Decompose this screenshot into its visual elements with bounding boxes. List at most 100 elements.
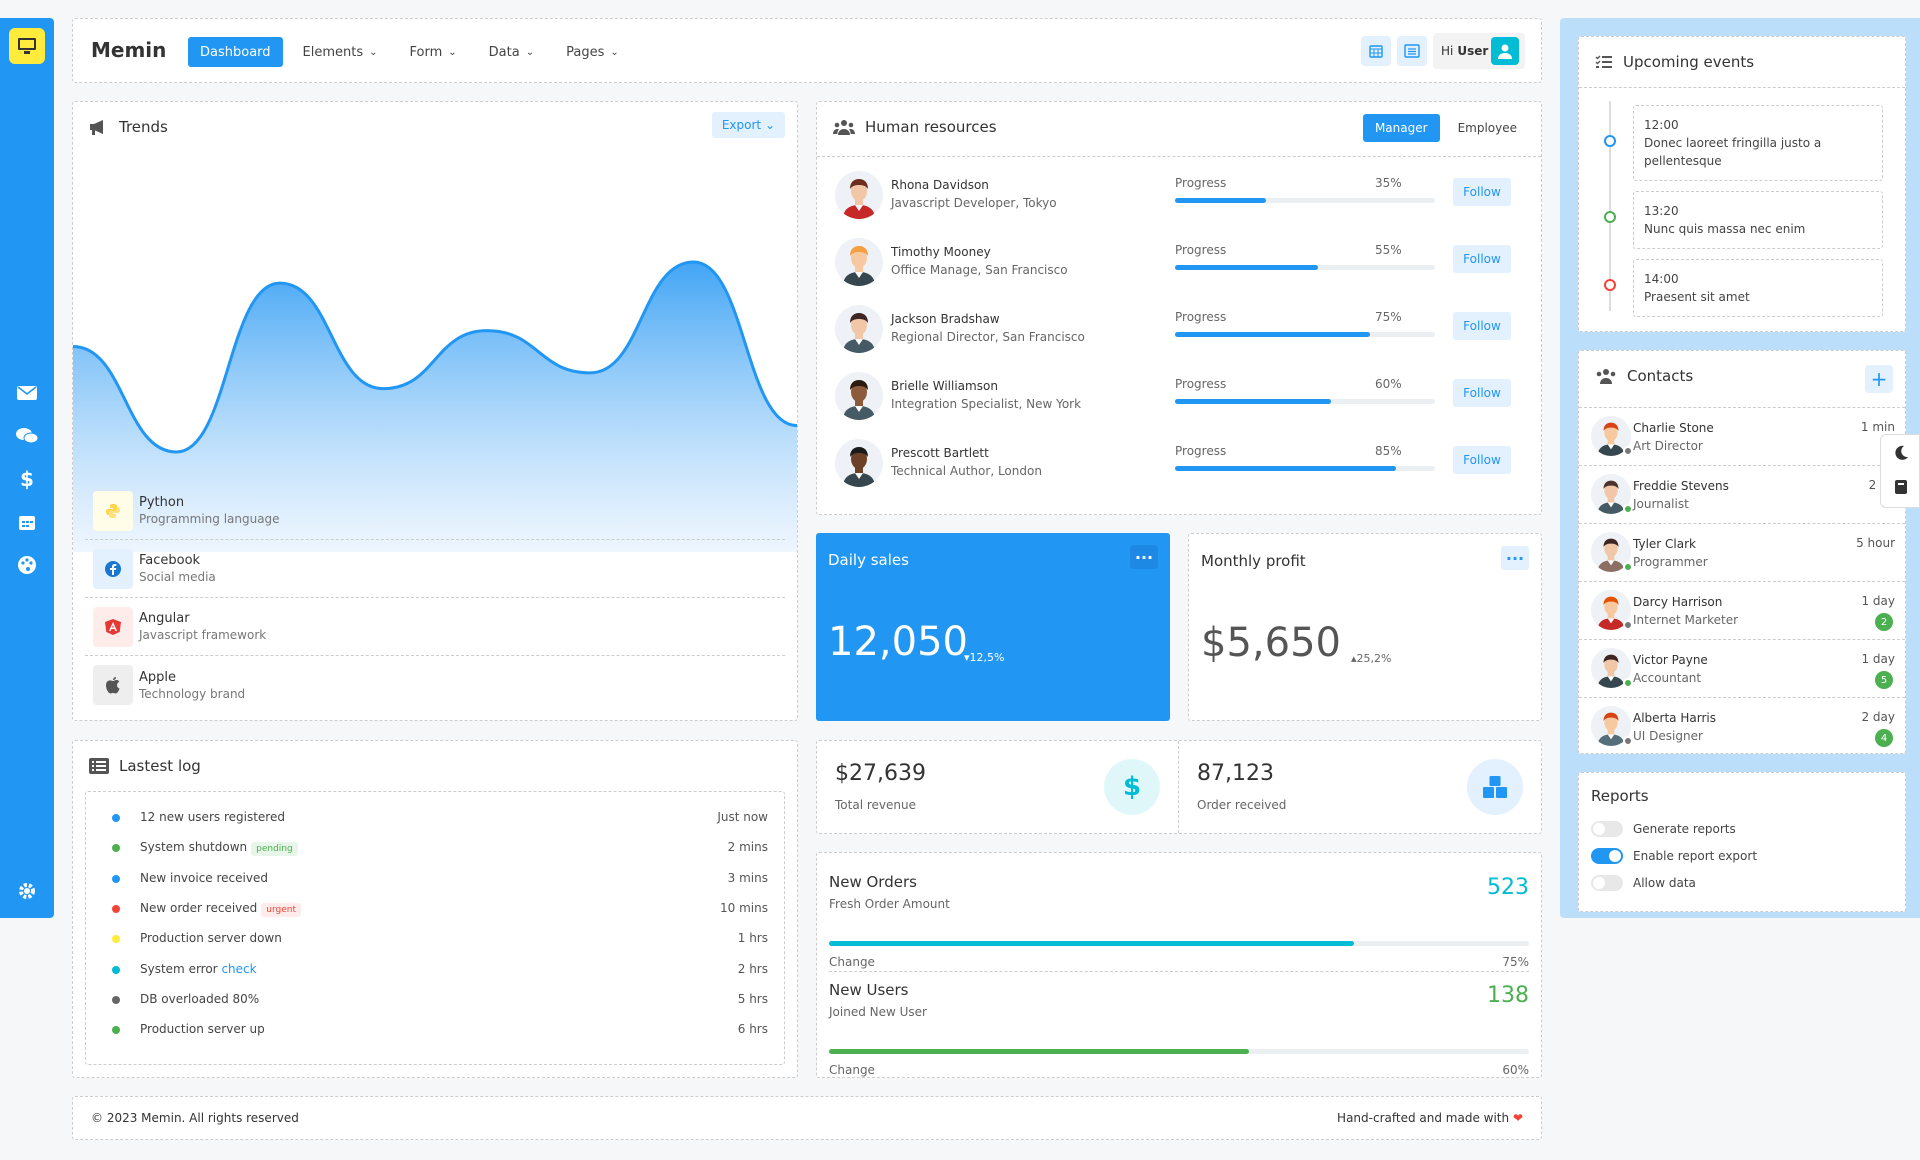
contact-row[interactable]: Alberta Harris UI Designer 2 day 4 — [1579, 697, 1905, 755]
trend-item-apple[interactable]: Apple Technology brand — [85, 656, 785, 714]
progress-fill — [1175, 265, 1318, 270]
divider — [829, 971, 1529, 972]
progress-fill — [1175, 332, 1370, 337]
mail-icon[interactable] — [14, 380, 40, 406]
trends-header: Trends — [89, 118, 168, 136]
orders-users-card: New Orders Fresh Order Amount 523 Change… — [816, 852, 1542, 1078]
follow-button[interactable]: Follow — [1453, 379, 1511, 407]
progress-label: Progress — [1175, 243, 1227, 257]
reports-card: Reports Generate reports Enable report e… — [1578, 772, 1906, 912]
follow-button[interactable]: Follow — [1453, 312, 1511, 340]
upcoming-events-card: Upcoming events 12:00 Donec laoreet fring… — [1578, 36, 1906, 332]
apple-icon — [93, 665, 133, 705]
log-dot — [112, 814, 120, 822]
order-received-label: Order received — [1197, 798, 1287, 812]
toggle-generate-reports[interactable]: Generate reports — [1591, 821, 1736, 837]
toggle-allow-data[interactable]: Allow data — [1591, 875, 1696, 891]
nav-data[interactable]: Data ⌄ — [477, 37, 546, 67]
status-dot — [1623, 504, 1633, 514]
nav-dashboard[interactable]: Dashboard — [188, 37, 283, 67]
contact-row[interactable]: Charlie Stone Art Director 1 min — [1579, 407, 1905, 465]
list-view-button[interactable] — [1397, 36, 1427, 66]
notebook-icon[interactable] — [1894, 479, 1908, 499]
nav-label: Dashboard — [200, 44, 271, 60]
follow-button[interactable]: Follow — [1453, 245, 1511, 273]
contact-time: 1 day — [1861, 594, 1895, 608]
chevron-down-icon: ⌄ — [448, 46, 457, 58]
log-text: New invoice received — [140, 870, 268, 885]
brand-name[interactable]: Memin — [91, 38, 166, 62]
toggle-switch[interactable] — [1591, 848, 1623, 864]
order-received: 87,123 Order received — [1179, 741, 1541, 833]
contacts-card: Contacts + Charlie Stone Art Director 1 mi… — [1578, 350, 1906, 754]
contact-row[interactable]: Victor Payne Accountant 1 day 5 — [1579, 639, 1905, 697]
event-item[interactable]: 13:20 Nunc quis massa nec enim — [1633, 191, 1883, 249]
check-link[interactable]: check — [221, 962, 256, 976]
contact-row[interactable]: Darcy Harrison Internet Marketer 1 day 2 — [1579, 581, 1905, 639]
log-text: New order received — [140, 900, 258, 915]
credit: Hand-crafted and made with ❤ — [1337, 1111, 1523, 1125]
tab-manager[interactable]: Manager — [1362, 114, 1440, 142]
nav-form[interactable]: Form ⌄ — [398, 37, 469, 67]
export-dropdown[interactable]: Export ⌄ — [711, 112, 785, 138]
more-options-button[interactable]: ··· — [1501, 546, 1529, 570]
daily-sales-card: Daily sales ··· 12,050 ▾12,5% — [816, 533, 1170, 721]
employee-name: Prescott Bartlett — [891, 446, 989, 460]
toggle-enable-report-export[interactable]: Enable report export — [1591, 848, 1757, 864]
event-item[interactable]: 14:00 Praesent sit amet — [1633, 259, 1883, 317]
contact-row[interactable]: Freddie StevensJournalist2 ho — [1579, 465, 1905, 523]
contact-role: Journalist — [1633, 497, 1689, 511]
settings-gear-icon[interactable] — [14, 878, 40, 904]
employee-row: Jackson Bradshaw Regional Director, San F… — [835, 300, 1525, 360]
dollar-icon[interactable]: $ — [14, 466, 40, 492]
chevron-down-icon: ⌄ — [525, 46, 535, 58]
event-time: 12:00 — [1644, 118, 1679, 132]
calendar-button[interactable] — [1361, 36, 1391, 66]
monitor-logo-icon[interactable] — [9, 28, 45, 64]
hr-header: Human resources — [833, 118, 997, 136]
employee-role: Regional Director, San Francisco — [891, 330, 1085, 344]
change-percent: 60% — [1502, 1063, 1529, 1077]
event-text: Nunc quis massa nec enim — [1644, 222, 1806, 236]
python-icon — [93, 490, 133, 531]
log-text: DB overloaded 80% — [140, 991, 260, 1006]
trend-item-facebook[interactable]: Facebook Social media — [85, 540, 785, 598]
trend-item-angular[interactable]: Angular Javascript framework — [85, 598, 785, 656]
follow-button[interactable]: Follow — [1453, 178, 1511, 206]
event-item[interactable]: 12:00 Donec laoreet fringilla justo a pel… — [1633, 105, 1883, 181]
toggle-label: Generate reports — [1633, 822, 1736, 836]
employee-role: Technical Author, London — [891, 464, 1042, 478]
more-options-button[interactable]: ··· — [1130, 545, 1158, 569]
log-dot — [112, 995, 120, 1004]
contact-name: Alberta Harris — [1633, 711, 1716, 725]
contact-row[interactable]: Tyler Clark Programmer 5 hour — [1579, 523, 1905, 581]
tab-employee[interactable]: Employee — [1446, 114, 1529, 142]
event-time: 14:00 — [1644, 272, 1679, 286]
contacts-header: Contacts — [1595, 367, 1693, 385]
log-text-wrap: System error check — [140, 962, 257, 976]
calendar-icon[interactable] — [14, 509, 40, 535]
new-orders-count: 523 — [1487, 875, 1529, 900]
log-text-wrap: 12 new users registered — [140, 810, 285, 824]
trend-item-name: Python — [139, 495, 185, 510]
follow-button[interactable]: Follow — [1453, 446, 1511, 474]
contact-role: UI Designer — [1633, 729, 1703, 743]
divider — [1579, 87, 1905, 88]
user-menu[interactable]: Hi User — [1433, 33, 1525, 69]
add-contact-button[interactable]: + — [1865, 365, 1893, 393]
copyright: © 2023 Memin. All rights reserved — [91, 1111, 299, 1125]
top-header: Memin Dashboard Elements ⌄ Form ⌄ Data ⌄ Pa… — [72, 18, 1542, 83]
event-text: Donec laoreet fringilla justo a pellente… — [1644, 136, 1822, 168]
palette-icon[interactable] — [14, 552, 40, 578]
change-percent: 75% — [1502, 955, 1529, 969]
log-text-wrap: New invoice received — [140, 871, 268, 885]
toggle-switch[interactable] — [1591, 875, 1623, 891]
trend-item-python[interactable]: Python Programming language — [85, 482, 785, 540]
toggle-switch[interactable] — [1591, 821, 1623, 837]
nav-label: Pages — [566, 44, 605, 60]
nav-elements[interactable]: Elements ⌄ — [291, 37, 390, 67]
megaphone-icon — [90, 120, 103, 135]
chat-icon[interactable] — [14, 423, 40, 449]
nav-pages[interactable]: Pages ⌄ — [554, 37, 631, 67]
dark-mode-moon-icon[interactable] — [1893, 445, 1909, 465]
